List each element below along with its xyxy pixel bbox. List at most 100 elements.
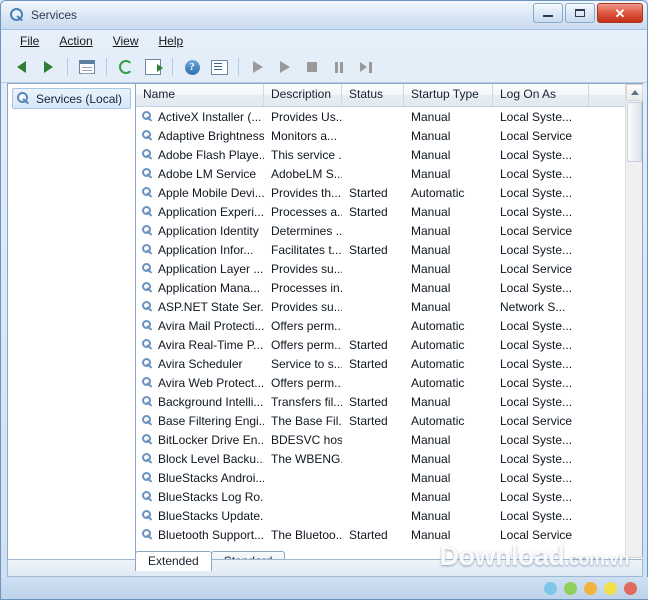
minimize-button[interactable] xyxy=(533,3,563,23)
table-row[interactable]: Application Infor...Facilitates t...Star… xyxy=(136,240,642,259)
table-row[interactable]: Application IdentityDetermines ...Manual… xyxy=(136,221,642,240)
tab-extended[interactable]: Extended xyxy=(135,551,212,571)
export-icon xyxy=(145,59,161,75)
close-button[interactable]: ✕ xyxy=(597,3,643,23)
cell-logon: Local Syste... xyxy=(493,205,589,219)
chevron-up-icon xyxy=(631,90,639,95)
cell-logon: Local Syste... xyxy=(493,490,589,504)
tree-item-services-local[interactable]: Services (Local) xyxy=(12,88,131,109)
cell-logon: Local Syste... xyxy=(493,243,589,257)
table-row[interactable]: Application Layer ...Provides su...Manua… xyxy=(136,259,642,278)
refresh-button[interactable] xyxy=(114,55,138,79)
menu-help[interactable]: Help xyxy=(150,32,193,50)
forward-button[interactable] xyxy=(36,55,60,79)
cell-logon: Local Syste... xyxy=(493,433,589,447)
table-row[interactable]: ActiveX Installer (...Provides Us...Manu… xyxy=(136,107,642,126)
table-row[interactable]: ASP.NET State Ser...Provides su...Manual… xyxy=(136,297,642,316)
vertical-scrollbar[interactable] xyxy=(625,84,642,574)
cell-startup: Automatic xyxy=(404,338,493,352)
services-window: Services ✕ File Action View Help ? xyxy=(0,0,648,600)
column-header-logon[interactable]: Log On As xyxy=(493,84,589,106)
cell-name: Adobe Flash Playe... xyxy=(136,148,264,162)
menu-action[interactable]: Action xyxy=(50,32,101,50)
services-gear-icon xyxy=(9,7,25,23)
content-area: Services (Local) NameDescriptionStatusSt… xyxy=(7,83,643,575)
table-row[interactable]: Background Intelli...Transfers fil...Sta… xyxy=(136,392,642,411)
restart-service-button[interactable] xyxy=(354,55,378,79)
scroll-up-button[interactable] xyxy=(626,84,643,101)
services-gear-icon xyxy=(16,91,31,106)
dot-5 xyxy=(624,582,637,595)
service-name-label: Avira Real-Time P... xyxy=(158,338,263,352)
properties-button[interactable] xyxy=(207,55,231,79)
toolbar-separator-4 xyxy=(238,58,239,76)
column-header-status[interactable]: Status xyxy=(342,84,404,106)
cell-startup: Manual xyxy=(404,262,493,276)
cell-name: Bluetooth Support... xyxy=(136,528,264,542)
cell-description: Facilitates t... xyxy=(264,243,342,257)
pause-icon xyxy=(334,62,344,73)
table-row[interactable]: Avira SchedulerService to s...StartedAut… xyxy=(136,354,642,373)
cell-name: Application Infor... xyxy=(136,243,264,257)
service-gear-icon xyxy=(141,395,154,408)
menu-view[interactable]: View xyxy=(104,32,148,50)
cell-description: AdobeLM S... xyxy=(264,167,342,181)
column-header-name[interactable]: Name xyxy=(136,84,264,106)
help-button[interactable]: ? xyxy=(180,55,204,79)
back-button[interactable] xyxy=(9,55,33,79)
tree-pane-icon xyxy=(79,60,95,74)
show-hide-tree-button[interactable] xyxy=(75,55,99,79)
table-row[interactable]: Application Mana...Processes in...Manual… xyxy=(136,278,642,297)
cell-description: Provides th... xyxy=(264,186,342,200)
services-list[interactable]: ActiveX Installer (...Provides Us...Manu… xyxy=(136,107,642,574)
table-row[interactable]: BlueStacks Update...ManualLocal Syste... xyxy=(136,506,642,525)
service-name-label: BitLocker Drive En... xyxy=(158,433,264,447)
service-name-label: Avira Mail Protecti... xyxy=(158,319,264,333)
table-row[interactable]: Adobe Flash Playe...This service ...Manu… xyxy=(136,145,642,164)
table-row[interactable]: Adobe LM ServiceAdobeLM S...ManualLocal … xyxy=(136,164,642,183)
cell-logon: Local Syste... xyxy=(493,110,589,124)
stop-service-button[interactable] xyxy=(300,55,324,79)
table-row[interactable]: Application Experi...Processes a...Start… xyxy=(136,202,642,221)
cell-logon: Local Syste... xyxy=(493,395,589,409)
cell-startup: Automatic xyxy=(404,319,493,333)
table-row[interactable]: Adaptive BrightnessMonitors a...ManualLo… xyxy=(136,126,642,145)
cell-name: Application Experi... xyxy=(136,205,264,219)
maximize-button[interactable] xyxy=(565,3,595,23)
service-gear-icon xyxy=(141,186,154,199)
resume-service-button[interactable] xyxy=(273,55,297,79)
service-name-label: Apple Mobile Devi... xyxy=(158,186,264,200)
table-row[interactable]: Apple Mobile Devi...Provides th...Starte… xyxy=(136,183,642,202)
cell-startup: Manual xyxy=(404,129,493,143)
service-gear-icon xyxy=(141,376,154,389)
service-gear-icon xyxy=(141,224,154,237)
cell-logon: Local Syste... xyxy=(493,357,589,371)
table-row[interactable]: BlueStacks Log Ro...ManualLocal Syste... xyxy=(136,487,642,506)
scrollbar-thumb[interactable] xyxy=(627,102,642,162)
table-row[interactable]: Avira Real-Time P...Offers perm...Starte… xyxy=(136,335,642,354)
cell-name: Application Mana... xyxy=(136,281,264,295)
table-row[interactable]: Avira Mail Protecti...Offers perm...Auto… xyxy=(136,316,642,335)
table-row[interactable]: Bluetooth Support...The Bluetoo...Starte… xyxy=(136,525,642,544)
service-gear-icon xyxy=(141,300,154,313)
service-gear-icon xyxy=(141,490,154,503)
table-row[interactable]: Base Filtering Engi...The Base Fil...Sta… xyxy=(136,411,642,430)
cell-startup: Automatic xyxy=(404,186,493,200)
menu-file[interactable]: File xyxy=(11,32,48,50)
cell-startup: Automatic xyxy=(404,414,493,428)
menu-action-label: Action xyxy=(59,34,92,48)
cell-startup: Manual xyxy=(404,509,493,523)
start-service-button[interactable] xyxy=(246,55,270,79)
export-list-button[interactable] xyxy=(141,55,165,79)
table-row[interactable]: Block Level Backu...The WBENG...ManualLo… xyxy=(136,449,642,468)
service-name-label: ASP.NET State Ser... xyxy=(158,300,264,314)
table-row[interactable]: BlueStacks Androi...ManualLocal Syste... xyxy=(136,468,642,487)
pause-service-button[interactable] xyxy=(327,55,351,79)
cell-name: Background Intelli... xyxy=(136,395,264,409)
column-header-description[interactable]: Description xyxy=(264,84,342,106)
table-row[interactable]: Avira Web Protect...Offers perm...Automa… xyxy=(136,373,642,392)
cell-name: Adobe LM Service xyxy=(136,167,264,181)
column-header-startup[interactable]: Startup Type xyxy=(404,84,493,106)
table-row[interactable]: BitLocker Drive En...BDESVC hos...Manual… xyxy=(136,430,642,449)
taskbar-indicator-dots xyxy=(544,577,637,599)
